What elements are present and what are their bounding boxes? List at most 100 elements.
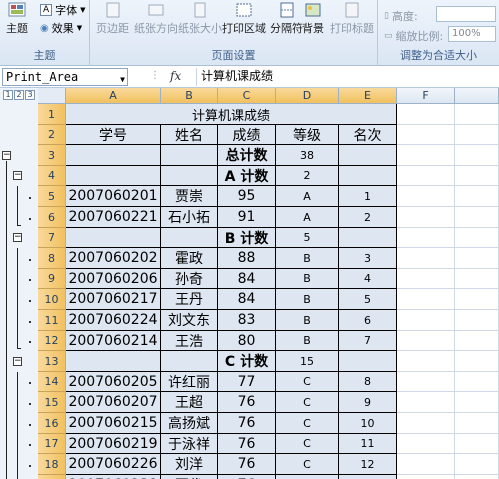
cell-d9[interactable]: B [276, 269, 339, 289]
cell-f5[interactable] [397, 186, 455, 207]
cell-filler-16[interactable] [455, 413, 499, 434]
cell-d15[interactable]: C [276, 392, 339, 413]
cell-b6[interactable]: 石小拓 [161, 207, 218, 228]
cell-filler-17[interactable] [455, 434, 499, 454]
cell-e12[interactable]: 7 [339, 331, 397, 351]
cell-c5[interactable]: 95 [218, 186, 276, 207]
cell-c16[interactable]: 76 [218, 413, 276, 434]
cell-b19[interactable]: 夏俊 [161, 475, 218, 479]
cell-b9[interactable]: 孙奇 [161, 269, 218, 289]
cell-filler-13[interactable] [455, 351, 499, 372]
outline-level-3-button[interactable]: 3 [25, 90, 35, 100]
cell-a3[interactable] [66, 145, 161, 166]
theme-button[interactable]: 主题 [6, 0, 28, 36]
cell-a16[interactable]: 2007060215 [66, 413, 161, 434]
row-header-9[interactable]: 9 [38, 269, 66, 289]
cell-f4[interactable] [397, 166, 455, 186]
cell-e10[interactable]: 5 [339, 289, 397, 310]
cell-filler-9[interactable] [455, 269, 499, 289]
column-header-e[interactable]: E [339, 88, 397, 104]
effects-button[interactable]: ◉ 效果 ▼ [40, 20, 82, 36]
cell-filler-5[interactable] [455, 186, 499, 207]
cell-f19[interactable] [397, 475, 455, 479]
cell-b16[interactable]: 高扬斌 [161, 413, 218, 434]
cell-f11[interactable] [397, 310, 455, 331]
column-header-a[interactable]: A [66, 88, 161, 104]
cell-b10[interactable]: 王丹 [161, 289, 218, 310]
outline-level-1-button[interactable]: 1 [3, 90, 13, 100]
outline-level-2-button[interactable]: 2 [14, 90, 24, 100]
cell-f13[interactable] [397, 351, 455, 372]
cell-c14[interactable]: 77 [218, 372, 276, 392]
cell-filler-1[interactable] [455, 104, 499, 125]
cell-f14[interactable] [397, 372, 455, 392]
cell-a10[interactable]: 2007060217 [66, 289, 161, 310]
cell-filler-8[interactable] [455, 248, 499, 269]
cell-c4[interactable]: A 计数 [218, 166, 276, 186]
cell-f1[interactable] [397, 104, 455, 125]
cell-a19[interactable]: 2007060238 [66, 475, 161, 479]
cell-a11[interactable]: 2007060224 [66, 310, 161, 331]
cell-d16[interactable]: C [276, 413, 339, 434]
cell-d18[interactable]: C [276, 454, 339, 475]
cell-filler-11[interactable] [455, 310, 499, 331]
cell-b15[interactable]: 王超 [161, 392, 218, 413]
cell-a4[interactable] [66, 166, 161, 186]
outline-collapse-icon[interactable]: − [2, 150, 11, 160]
background-button[interactable]: 背景 [302, 0, 324, 36]
cell-d7[interactable]: 5 [276, 228, 339, 248]
cell-c13[interactable]: C 计数 [218, 351, 276, 372]
cell-a6[interactable]: 2007060221 [66, 207, 161, 228]
cell-filler-6[interactable] [455, 207, 499, 228]
cell-e15[interactable]: 9 [339, 392, 397, 413]
column-header-c[interactable]: C [218, 88, 276, 104]
cell-c9[interactable]: 84 [218, 269, 276, 289]
cell-a17[interactable]: 2007060219 [66, 434, 161, 454]
cell-f16[interactable] [397, 413, 455, 434]
cell-e18[interactable]: 12 [339, 454, 397, 475]
cell-e6[interactable]: 2 [339, 207, 397, 228]
scale-spinner[interactable]: 100% [448, 26, 496, 42]
cell-b8[interactable]: 霍政 [161, 248, 218, 269]
row-header-14[interactable]: 14 [38, 372, 66, 392]
cell-b3[interactable] [161, 145, 218, 166]
cell-filler-7[interactable] [455, 228, 499, 248]
cell-filler-19[interactable] [455, 475, 499, 479]
cell-c18[interactable]: 76 [218, 454, 276, 475]
cell-d5[interactable]: A [276, 186, 339, 207]
cell-d4[interactable]: 2 [276, 166, 339, 186]
cell-d12[interactable]: B [276, 331, 339, 351]
cell-b4[interactable] [161, 166, 218, 186]
outline-collapse-icon[interactable]: − [13, 356, 22, 366]
cell-f8[interactable] [397, 248, 455, 269]
cell-filler-18[interactable] [455, 454, 499, 475]
cell-d10[interactable]: B [276, 289, 339, 310]
chevron-down-icon[interactable]: ▼ [120, 72, 125, 88]
outline-collapse-icon[interactable]: − [13, 233, 22, 242]
row-header-10[interactable]: 10 [38, 289, 66, 310]
cell-a2[interactable]: 学号 [66, 125, 161, 145]
cell-c3[interactable]: 总计数 [218, 145, 276, 166]
cell-e2[interactable]: 名次 [339, 125, 397, 145]
margins-button[interactable]: 页边距 [96, 0, 129, 36]
cell-filler-2[interactable] [455, 125, 499, 145]
font-button[interactable]: A 字体 ▼ [40, 2, 86, 18]
row-header-3[interactable]: 3 [38, 145, 66, 166]
cell-f15[interactable] [397, 392, 455, 413]
cell-b11[interactable]: 刘文东 [161, 310, 218, 331]
breaks-button[interactable]: 分隔符 [270, 0, 303, 36]
row-header-13[interactable]: 13 [38, 351, 66, 372]
cell-a5[interactable]: 2007060201 [66, 186, 161, 207]
outline-collapse-icon[interactable]: − [13, 171, 22, 180]
cell-c12[interactable]: 80 [218, 331, 276, 351]
cell-e19[interactable]: 13 [339, 475, 397, 479]
cell-c10[interactable]: 84 [218, 289, 276, 310]
cell-a8[interactable]: 2007060202 [66, 248, 161, 269]
cell-b5[interactable]: 贾崇 [161, 186, 218, 207]
cell-a18[interactable]: 2007060226 [66, 454, 161, 475]
cell-c2[interactable]: 成绩 [218, 125, 276, 145]
row-header-17[interactable]: 17 [38, 434, 66, 454]
row-header-8[interactable]: 8 [38, 248, 66, 269]
print-titles-button[interactable]: 打印标题 [330, 0, 374, 36]
cell-f6[interactable] [397, 207, 455, 228]
